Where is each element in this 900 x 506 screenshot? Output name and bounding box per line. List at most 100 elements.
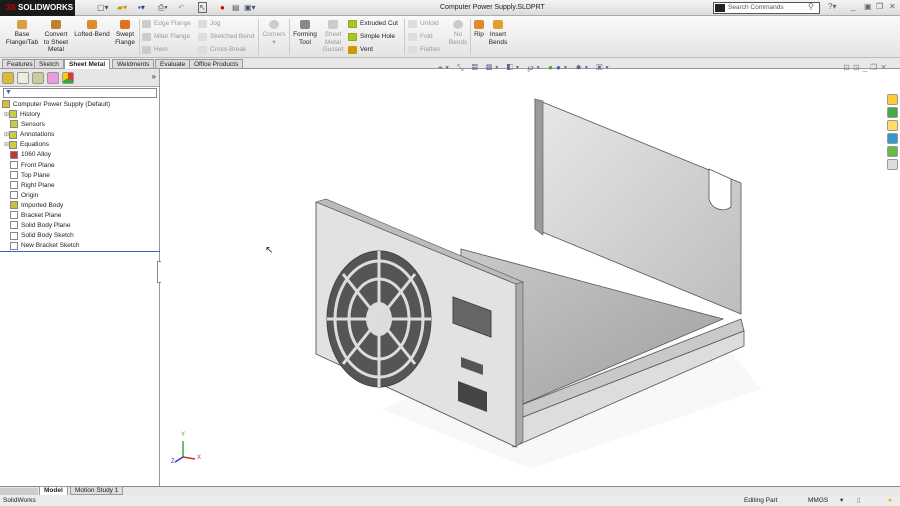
y-axis-label: Y xyxy=(181,432,186,438)
label: Simple Hole xyxy=(360,33,396,40)
search-icon[interactable]: ⚲ xyxy=(808,2,814,11)
vent-button[interactable]: Vent xyxy=(348,45,373,55)
restore-icon[interactable]: ▣ xyxy=(864,2,872,11)
unfold-icon xyxy=(408,20,417,28)
cross-break-button[interactable]: Cross-Break xyxy=(198,45,246,55)
tab-motion-study-1[interactable]: Motion Study 1 xyxy=(70,486,124,495)
tree-item-origin[interactable]: Origin xyxy=(2,191,110,201)
close-icon[interactable]: ✕ xyxy=(889,2,896,11)
appearances-icon[interactable] xyxy=(887,146,898,157)
property-manager-tab-icon[interactable] xyxy=(17,72,29,84)
tree-item-history[interactable]: ⊞ History xyxy=(2,110,110,120)
label: Corners xyxy=(262,31,286,38)
extruded-cut-icon xyxy=(348,20,357,28)
select-icon[interactable]: ↖ xyxy=(198,2,207,13)
imported-body-icon xyxy=(10,201,18,210)
help-icon[interactable]: ?▾ xyxy=(828,2,836,11)
panel-splitter[interactable] xyxy=(0,251,160,252)
display-manager-tab-icon[interactable] xyxy=(62,72,74,84)
corners-button[interactable]: Corners ▾ xyxy=(261,20,287,46)
tree-item-equations[interactable]: ⊞ Equations xyxy=(2,140,110,150)
extruded-cut-button[interactable]: Extruded Cut xyxy=(348,19,398,29)
label: Miter Flange xyxy=(154,33,191,40)
configuration-manager-tab-icon[interactable] xyxy=(32,72,44,84)
print-icon[interactable]: ⎙▾ xyxy=(158,3,168,13)
edge-flange-button[interactable]: Edge Flange xyxy=(142,19,191,29)
tile-icon[interactable]: ❐ xyxy=(876,2,883,11)
tab-evaluate[interactable]: Evaluate xyxy=(155,59,191,69)
sheet-metal-gusset-button[interactable]: Sheet Metal Gusset xyxy=(321,20,345,54)
solidworks-logo[interactable]: 3S SOLIDWORKS xyxy=(0,0,75,16)
tree-filter-input[interactable]: ▼ xyxy=(3,88,157,98)
unfold-button[interactable]: Unfold xyxy=(408,19,439,29)
options-icon[interactable]: ▣▾ xyxy=(244,3,256,12)
sketched-bend-button[interactable]: Sketched Bend xyxy=(198,32,254,42)
tree-item-sensors[interactable]: Sensors xyxy=(2,120,110,130)
minimize-icon[interactable]: _ xyxy=(851,2,855,11)
sensors-icon xyxy=(10,120,18,129)
base-flange-button[interactable]: Base Flange/Tab xyxy=(4,20,40,46)
graphics-area[interactable]: ⌖▾ ⤡ ▦ ▩▾ ◧▾ ℘▾ ●●▾ ☀▾ ▣▾ ⊡⊡_❐✕ ↖ Y X Z xyxy=(161,63,900,486)
tab-sheet-metal[interactable]: Sheet Metal xyxy=(64,59,111,69)
label: Hem xyxy=(154,46,168,53)
tab-scroll[interactable] xyxy=(0,488,38,495)
view-palette-icon[interactable] xyxy=(887,133,898,144)
tree-item-label: 1060 Alloy xyxy=(21,151,51,159)
rebuild-status-icon[interactable]: ▯ xyxy=(857,495,861,506)
tab-model[interactable]: Model xyxy=(39,486,68,495)
jog-button[interactable]: Jog xyxy=(198,19,220,29)
new-doc-icon[interactable]: ▢▾ xyxy=(97,3,109,12)
tree-item-1060-alloy[interactable]: 1060 Alloy xyxy=(2,150,110,160)
tree-item-imported-body[interactable]: Imported Body xyxy=(2,201,110,211)
tree-item-solid-body-sketch[interactable]: Solid Body Sketch xyxy=(2,231,110,241)
swept-flange-button[interactable]: Swept Flange xyxy=(113,20,137,46)
fold-button[interactable]: Fold xyxy=(408,32,433,42)
save-icon[interactable]: ▪▾ xyxy=(138,3,145,12)
rip-button[interactable]: Rip xyxy=(472,20,486,39)
rebuild-icon[interactable]: ● xyxy=(220,3,225,12)
fold-icon xyxy=(408,33,417,41)
hem-button[interactable]: Hem xyxy=(142,45,168,55)
forming-tool-button[interactable]: Forming Tool xyxy=(291,20,319,46)
tree-item-new-bracket-sketch[interactable]: New Bracket Sketch xyxy=(2,241,110,251)
undo-icon[interactable]: ↶ xyxy=(178,3,185,12)
notification-icon[interactable]: ● xyxy=(888,495,892,506)
3d-model-view xyxy=(315,98,761,469)
tab-sketch[interactable]: Sketch xyxy=(34,59,64,69)
file-explorer-icon[interactable] xyxy=(887,120,898,131)
units-selector[interactable]: MMGS xyxy=(808,495,828,506)
tab-features[interactable]: Features xyxy=(2,59,38,69)
flatten-button[interactable]: Flatten xyxy=(408,45,440,55)
no-bends-button[interactable]: No Bends xyxy=(448,20,468,46)
tree-item-solid-body-plane[interactable]: Solid Body Plane xyxy=(2,221,110,231)
tree-item-right-plane[interactable]: Right Plane xyxy=(2,181,110,191)
expand-icon[interactable]: » xyxy=(152,72,156,81)
label: Jog xyxy=(210,20,221,27)
convert-to-sheet-metal-button[interactable]: Convert to Sheet Metal xyxy=(42,20,70,54)
feature-tree-tab-icon[interactable] xyxy=(2,72,14,84)
tab-weldments[interactable]: Weldments xyxy=(112,59,155,69)
lofted-bend-button[interactable]: Lofted-Bend xyxy=(72,20,112,39)
tree-root[interactable]: Computer Power Supply (Default) xyxy=(2,100,110,110)
tree-item-bracket-plane[interactable]: Bracket Plane xyxy=(2,211,110,221)
custom-properties-icon[interactable] xyxy=(887,159,898,170)
tree-item-front-plane[interactable]: Front Plane xyxy=(2,160,110,171)
annotations-icon xyxy=(9,130,18,139)
design-library-icon[interactable] xyxy=(887,107,898,118)
dimxpert-tab-icon[interactable] xyxy=(47,72,59,84)
label: Cross-Break xyxy=(210,46,247,53)
title-bar: 3S SOLIDWORKS ▢▾ ▰▾ ▪▾ ⎙▾ ↶ ↖ ● ▤ ▣▾ Com… xyxy=(0,0,900,16)
tree-item-top-plane[interactable]: Top Plane xyxy=(2,170,110,181)
tab-office-products[interactable]: Office Products xyxy=(189,59,244,69)
simple-hole-button[interactable]: Simple Hole xyxy=(348,32,395,42)
insert-bends-button[interactable]: Insert Bends xyxy=(487,20,509,46)
open-icon[interactable]: ▰▾ xyxy=(117,3,127,12)
miter-flange-button[interactable]: Miter Flange xyxy=(142,32,190,42)
tree-item-label: Top Plane xyxy=(21,171,50,179)
file-properties-icon[interactable]: ▤ xyxy=(232,3,240,12)
resources-icon[interactable] xyxy=(887,94,898,105)
status-bar: SolidWorks Editing Part MMGS ▾ ▯ ● xyxy=(0,495,900,506)
tree-item-annotations[interactable]: ⊞ Annotations xyxy=(2,130,110,140)
search-commands-input[interactable]: Search Commands xyxy=(713,2,820,14)
units-dropdown-icon[interactable]: ▾ xyxy=(840,495,843,506)
